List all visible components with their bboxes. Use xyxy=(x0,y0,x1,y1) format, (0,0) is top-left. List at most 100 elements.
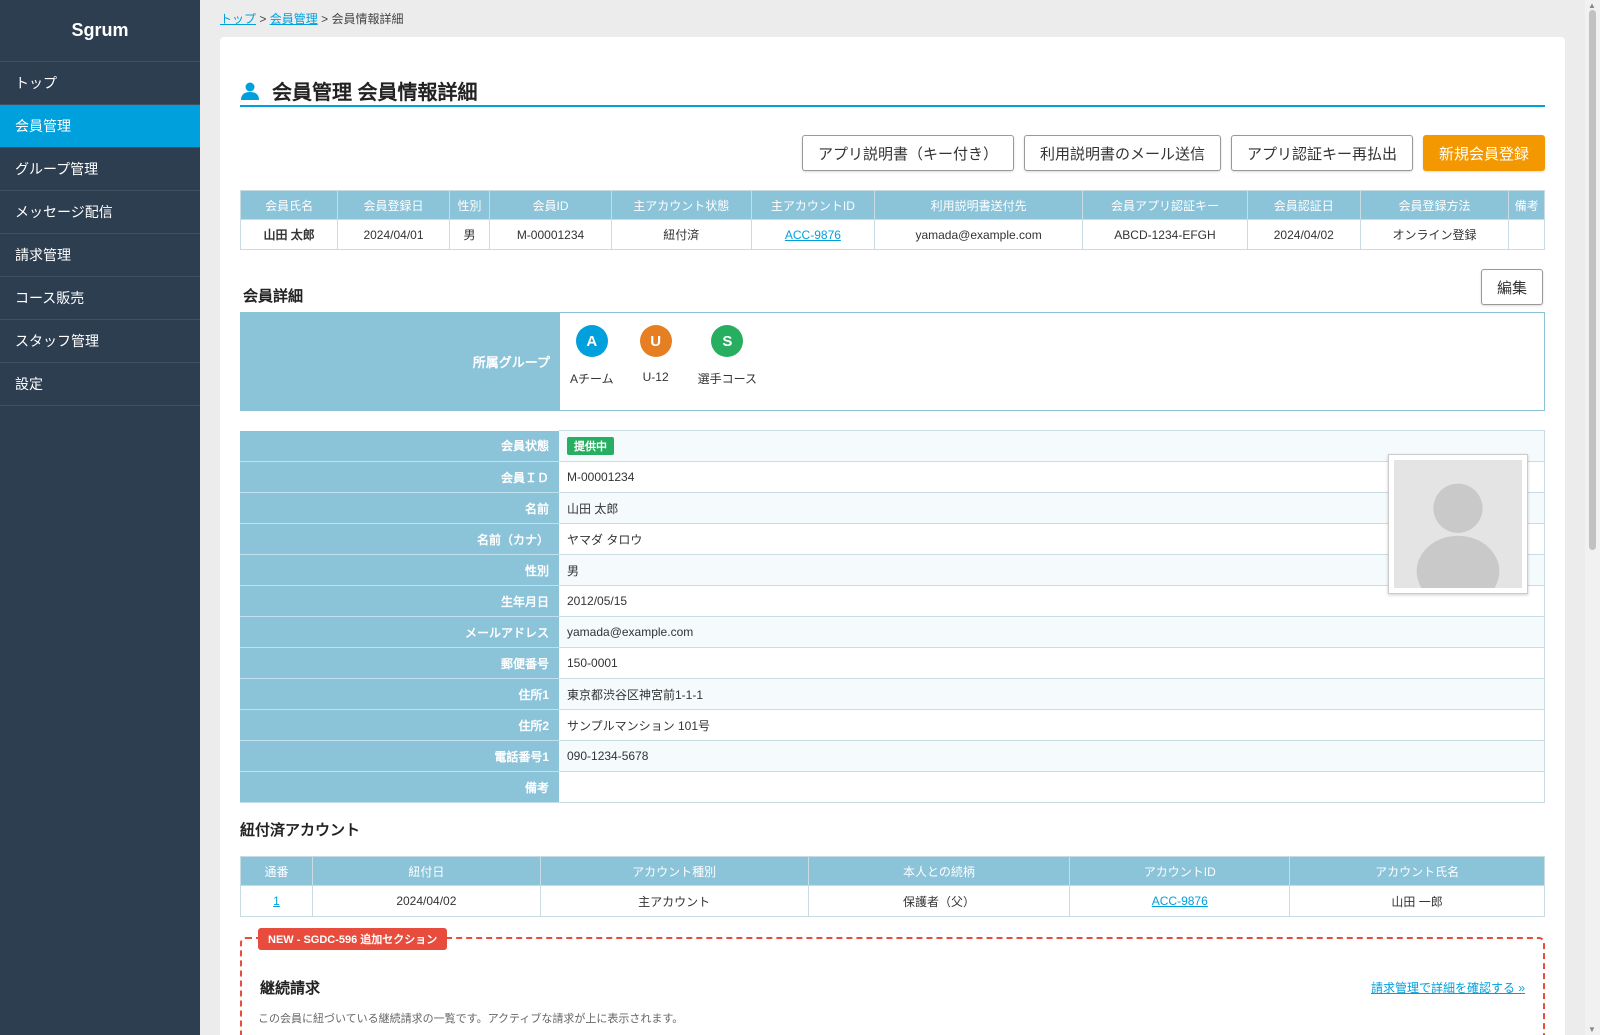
new-member-button[interactable]: 新規会員登録 xyxy=(1422,135,1545,171)
breadcrumb-current: 会員情報詳細 xyxy=(331,12,404,26)
recurring-billing-title: 継続請求 xyxy=(260,980,321,997)
recurring-billing-section: NEW - SGDC-596 追加セクション 継続請求 請求管理で詳細を確認する… xyxy=(240,928,1545,1035)
gender-cell: 男 xyxy=(448,219,491,250)
column-header: 通番 xyxy=(240,856,313,886)
edit-button[interactable]: 編集 xyxy=(1480,269,1543,305)
sidebar-item-staff[interactable]: スタッフ管理 xyxy=(0,320,200,363)
column-header: 主アカウント状態 xyxy=(610,190,752,220)
sidebar-item-members[interactable]: 会員管理 xyxy=(0,105,200,148)
group-list: A Aチーム U U-12 S 選手コース xyxy=(560,313,757,410)
sidebar-item-courses[interactable]: コース販売 xyxy=(0,277,200,320)
reissue-auth-key-button[interactable]: アプリ認証キー再払出 xyxy=(1230,135,1413,171)
sidebar-item-groups[interactable]: グループ管理 xyxy=(0,148,200,191)
relation-cell: 保護者（父） xyxy=(807,885,1071,917)
registered-date-cell: 2024/04/01 xyxy=(337,219,450,250)
group-avatar: U xyxy=(639,325,672,357)
linked-accounts-title: 紐付済アカウント xyxy=(240,822,361,839)
page-title-bar: 会員管理 会員情報詳細 xyxy=(240,75,1545,107)
column-header: アカウント氏名 xyxy=(1289,856,1545,886)
column-header: 備考 xyxy=(1508,190,1545,220)
detail-row: 住所1 東京都渋谷区神宮前1-1-1 xyxy=(240,678,1545,710)
column-header: 会員認証日 xyxy=(1247,190,1361,220)
page-title: 会員管理 会員情報詳細 xyxy=(272,81,478,104)
group-name: U-12 xyxy=(642,370,669,384)
table-header-row: 会員氏名 会員登録日 性別 会員ID 主アカウント状態 主アカウントID 利用説… xyxy=(239,190,1545,220)
main-card: 会員管理 会員情報詳細 アプリ説明書（キー付き） 利用説明書のメール送信 アプリ… xyxy=(220,37,1565,1035)
sidebar: Sgrum トップ 会員管理 グループ管理 メッセージ配信 請求管理 コース販売… xyxy=(0,0,200,1035)
detail-row: 会員状態 提供中 xyxy=(240,430,1545,462)
detail-value: 東京都渋谷区神宮前1-1-1 xyxy=(559,678,1545,710)
member-photo[interactable] xyxy=(1388,454,1528,594)
detail-row: 名前 山田 太郎 xyxy=(240,492,1545,524)
breadcrumb-members-link[interactable]: 会員管理 xyxy=(270,12,318,26)
detail-row: 名前（カナ） ヤマダ タロウ xyxy=(240,523,1545,555)
group-avatar: S xyxy=(711,325,744,357)
detail-row: 備考 xyxy=(240,771,1545,803)
member-summary-table: 会員氏名 会員登録日 性別 会員ID 主アカウント状態 主アカウントID 利用説… xyxy=(239,190,1545,250)
sidebar-item-top[interactable]: トップ xyxy=(0,62,200,105)
column-header: 会員ID xyxy=(489,190,612,220)
account-id-link[interactable]: ACC-9876 xyxy=(1152,894,1208,908)
column-header: 会員登録日 xyxy=(337,190,450,220)
detail-label: 郵便番号 xyxy=(240,647,559,679)
column-header: 本人との続柄 xyxy=(807,856,1071,886)
scroll-down-arrow-icon[interactable]: ▼ xyxy=(1588,1025,1596,1034)
brand-logo: Sgrum xyxy=(0,0,200,62)
column-header: 主アカウントID xyxy=(750,190,876,220)
group-item: S 選手コース xyxy=(698,325,757,410)
column-header: 利用説明書送付先 xyxy=(874,190,1083,220)
serial-link[interactable]: 1 xyxy=(273,894,280,908)
group-label: 所属グループ xyxy=(241,313,560,410)
detail-value: 150-0001 xyxy=(559,647,1545,679)
column-header: 会員氏名 xyxy=(239,190,339,220)
detail-row: 会員ＩＤ M-00001234 xyxy=(240,461,1545,493)
detail-label: 電話番号1 xyxy=(240,740,559,772)
detail-row: メールアドレス yamada@example.com xyxy=(240,616,1545,648)
detail-row: 住所2 サンプルマンション 101号 xyxy=(240,709,1545,741)
group-name: Aチーム xyxy=(570,372,614,386)
account-id-cell: ACC-9876 xyxy=(1069,885,1291,917)
detail-label: 住所1 xyxy=(240,678,559,710)
sidebar-item-billing[interactable]: 請求管理 xyxy=(0,234,200,277)
scroll-up-arrow-icon[interactable]: ▲ xyxy=(1588,1,1596,10)
detail-label: 名前（カナ） xyxy=(240,523,559,555)
action-toolbar: アプリ説明書（キー付き） 利用説明書のメール送信 アプリ認証キー再払出 新規会員… xyxy=(801,135,1545,171)
detail-label: 住所2 xyxy=(240,709,559,741)
scrollbar-thumb[interactable] xyxy=(1589,10,1596,550)
table-row: 1 2024/04/02 主アカウント 保護者（父） ACC-9876 山田 一… xyxy=(240,885,1545,917)
detail-value: 090-1234-5678 xyxy=(559,740,1545,772)
breadcrumb-top-link[interactable]: トップ xyxy=(220,12,256,26)
member-detail-table: 会員状態 提供中 会員ＩＤ M-00001234 名前 山田 太郎 名前（カナ）… xyxy=(240,430,1545,803)
group-item: A Aチーム xyxy=(570,325,614,410)
detail-label: 生年月日 xyxy=(240,585,559,617)
detail-label: 会員ＩＤ xyxy=(240,461,559,493)
detail-label: 名前 xyxy=(240,492,559,524)
page-scrollbar[interactable]: ▲ ▼ xyxy=(1585,0,1600,1035)
detail-row: 生年月日 2012/05/15 xyxy=(240,585,1545,617)
member-name-cell: 山田 太郎 xyxy=(239,219,339,250)
group-name: 選手コース xyxy=(697,372,758,386)
column-header: 会員登録方法 xyxy=(1359,190,1510,220)
sidebar-item-messages[interactable]: メッセージ配信 xyxy=(0,191,200,234)
column-header: 会員アプリ認証キー xyxy=(1081,190,1249,220)
manual-recipient-cell: yamada@example.com xyxy=(874,219,1083,250)
user-icon xyxy=(241,82,259,100)
detail-row: 電話番号1 090-1234-5678 xyxy=(240,740,1545,772)
member-id-cell: M-00001234 xyxy=(489,219,612,250)
account-name-cell: 山田 一郎 xyxy=(1289,885,1545,917)
serial-cell: 1 xyxy=(240,885,313,917)
new-section-tag: NEW - SGDC-596 追加セクション xyxy=(258,928,448,950)
app-manual-with-key-button[interactable]: アプリ説明書（キー付き） xyxy=(801,135,1014,171)
billing-detail-link[interactable]: 請求管理で詳細を確認する » xyxy=(1371,979,1525,996)
detail-label: 備考 xyxy=(240,771,559,803)
group-avatar: A xyxy=(575,325,608,357)
column-header: アカウントID xyxy=(1069,856,1291,886)
auth-date-cell: 2024/04/02 xyxy=(1247,219,1361,250)
note-cell xyxy=(1508,219,1545,250)
breadcrumb: トップ > 会員管理 > 会員情報詳細 xyxy=(220,10,403,27)
account-id-link[interactable]: ACC-9876 xyxy=(785,228,841,242)
detail-label: 会員状態 xyxy=(240,430,559,462)
send-manual-mail-button[interactable]: 利用説明書のメール送信 xyxy=(1023,135,1221,171)
status-badge: 提供中 xyxy=(567,437,614,455)
sidebar-item-settings[interactable]: 設定 xyxy=(0,363,200,406)
